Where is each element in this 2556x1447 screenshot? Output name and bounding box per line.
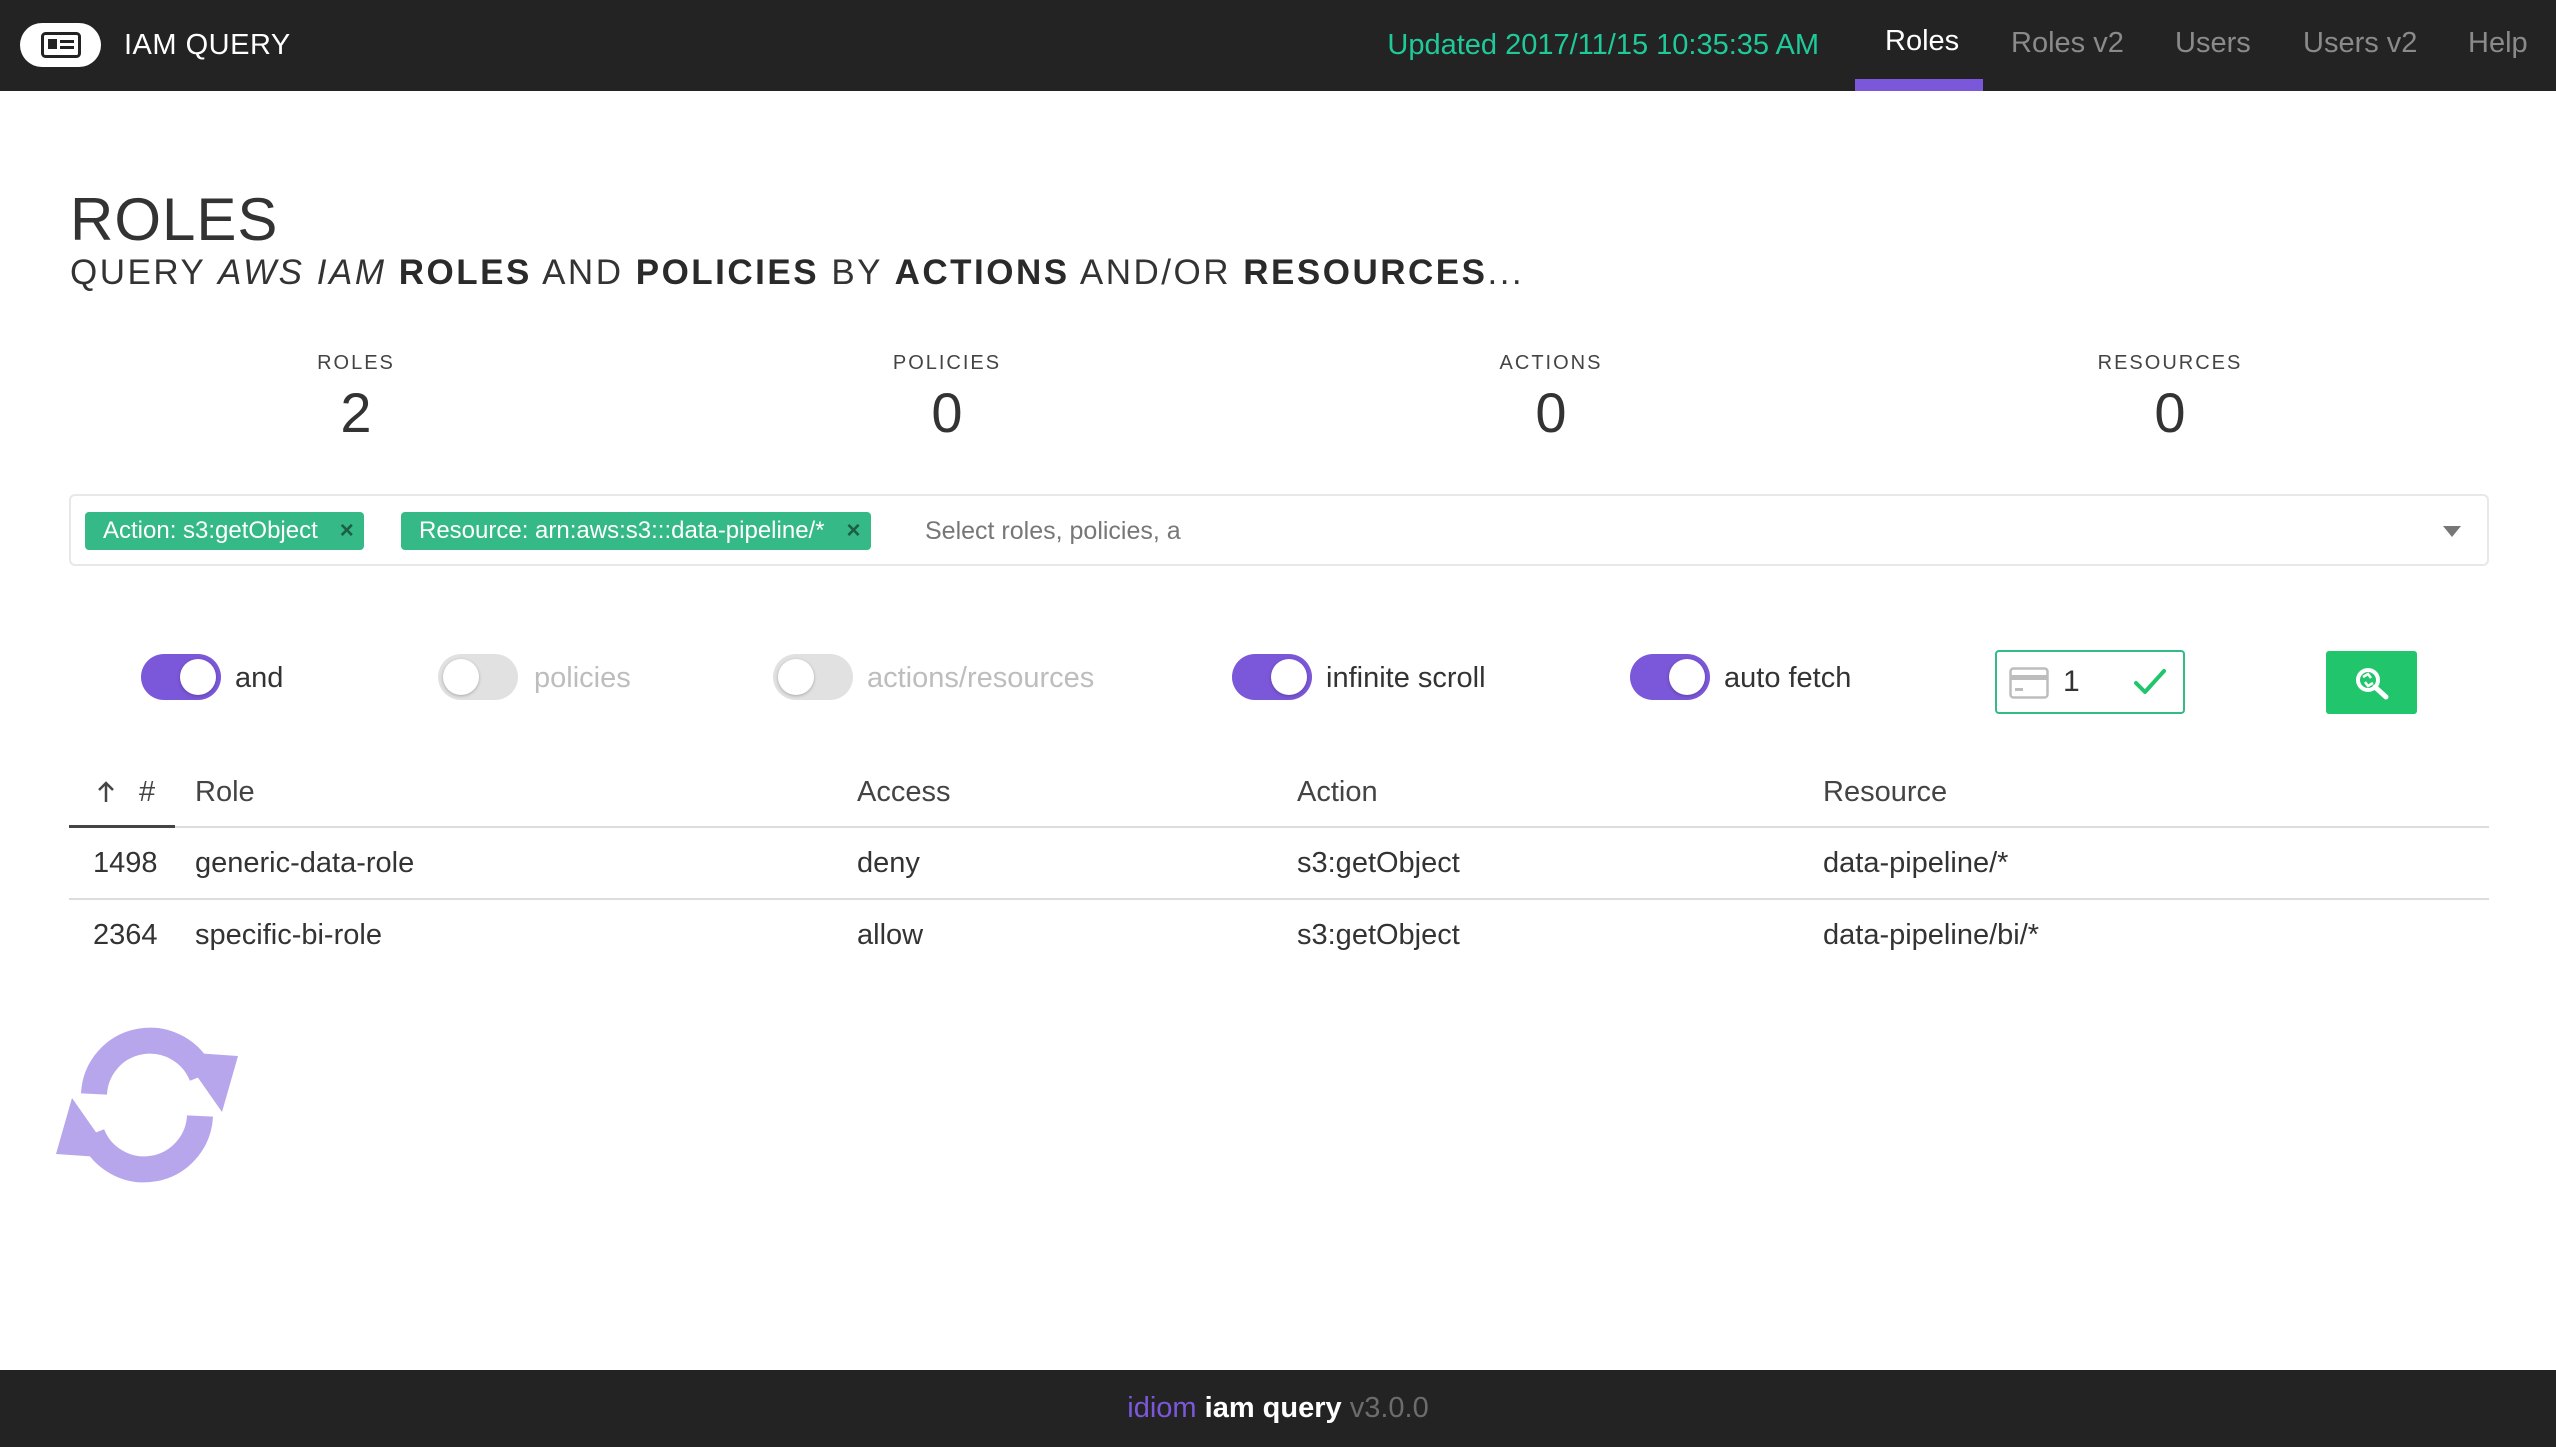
toggle-infinite-scroll[interactable] <box>1232 654 1312 700</box>
subtitle-text <box>386 253 398 292</box>
cell-number: 1498 <box>93 847 158 879</box>
top-bar: IAM QUERY Updated 2017/11/15 10:35:35 AM… <box>0 0 2556 91</box>
updated-timestamp: Updated 2017/11/15 10:35:35 AM <box>1387 29 1819 61</box>
nav-tab-roles[interactable]: Roles <box>1855 0 1983 91</box>
toggle-knob <box>1271 659 1307 695</box>
toggle-label: auto fetch <box>1724 662 1852 694</box>
logo-button[interactable] <box>20 23 101 67</box>
toggle-auto-fetch[interactable] <box>1630 654 1710 700</box>
chip-label: Resource: arn:aws:s3:::data-pipeline/* <box>419 517 825 544</box>
subtitle-text: ROLES <box>398 253 532 292</box>
column-header-action[interactable]: Action <box>1297 774 1378 810</box>
footer-brand[interactable]: idiom <box>1127 1392 1196 1424</box>
cell-role: specific-bi-role <box>195 919 382 951</box>
filter-search-input[interactable] <box>925 508 1625 554</box>
toggle-label: policies <box>534 662 631 694</box>
filter-chip-action: Action: s3:getObject × <box>85 512 364 550</box>
toggle-label: infinite scroll <box>1326 662 1486 694</box>
subtitle-text: RESOURCES <box>1243 253 1488 292</box>
stat-resources: RESOURCES 0 <box>2020 350 2320 448</box>
page-number-field <box>1995 650 2185 714</box>
stat-value: 0 <box>2154 381 2186 444</box>
toggle-policies[interactable] <box>438 654 518 700</box>
column-header-access[interactable]: Access <box>857 774 950 810</box>
nav-tab-label: Roles <box>1885 25 1960 57</box>
page-subtitle: QUERY AWS IAM ROLES AND POLICIES BY ACTI… <box>70 250 1524 296</box>
stat-actions: ACTIONS 0 <box>1401 350 1701 448</box>
stat-label: POLICIES <box>892 352 1002 374</box>
toggle-actions-resources[interactable] <box>773 654 853 700</box>
toggle-knob <box>778 659 814 695</box>
cell-number: 2364 <box>93 919 158 951</box>
cell-access: allow <box>857 919 924 951</box>
stat-value: 2 <box>340 381 372 444</box>
chip-remove-icon[interactable]: × <box>340 512 354 550</box>
subtitle-text: BY <box>819 253 895 292</box>
cell-resource: data-pipeline/bi/* <box>1823 919 2040 951</box>
search-refresh-button[interactable] <box>2326 651 2417 714</box>
subtitle-text: QUERY <box>70 253 218 292</box>
stat-roles: ROLES 2 <box>206 350 506 448</box>
stat-value: 0 <box>931 381 963 444</box>
active-tab-indicator <box>1855 79 1983 91</box>
page-title: ROLES <box>70 186 279 253</box>
id-card-icon <box>41 32 81 58</box>
stat-label: ROLES <box>317 352 395 374</box>
filter-multiselect[interactable]: Action: s3:getObject × Resource: arn:aws… <box>69 494 2489 566</box>
column-header-role[interactable]: Role <box>195 774 255 810</box>
cell-access: deny <box>857 847 920 879</box>
column-header-number[interactable]: # <box>139 774 155 810</box>
toggle-knob <box>1669 659 1705 695</box>
nav-tab-label: Roles v2 <box>2011 27 2124 59</box>
stat-policies: POLICIES 0 <box>797 350 1097 448</box>
app-title: IAM QUERY <box>124 29 291 61</box>
cell-role: generic-data-role <box>195 847 415 879</box>
arrow-up-icon[interactable] <box>97 780 115 804</box>
stat-value: 0 <box>1535 381 1567 444</box>
credit-card-icon <box>2009 667 2049 699</box>
column-header-resource[interactable]: Resource <box>1823 774 1947 810</box>
subtitle-text: ACTIONS <box>894 253 1070 292</box>
toggle-knob <box>180 659 216 695</box>
subtitle-text: AWS IAM <box>217 253 387 292</box>
stat-label: RESOURCES <box>2097 352 2243 374</box>
footer-version: v3.0.0 <box>1349 1392 1429 1424</box>
toggle-knob <box>443 659 479 695</box>
table-header: # Role Access Action Resource <box>69 760 2489 828</box>
table-row[interactable]: 2364 specific-bi-role allow s3:getObject… <box>69 900 2489 972</box>
cell-action: s3:getObject <box>1297 919 1460 951</box>
footer: idiom iam query v3.0.0 <box>0 1370 2556 1447</box>
subtitle-text: AND/OR <box>1069 253 1244 292</box>
subtitle-text: ... <box>1487 253 1525 292</box>
toggle-and[interactable] <box>141 654 221 700</box>
cell-resource: data-pipeline/* <box>1823 847 2009 879</box>
table-row[interactable]: 1498 generic-data-role deny s3:getObject… <box>69 828 2489 900</box>
chevron-down-icon[interactable] <box>2443 526 2461 537</box>
stat-label: ACTIONS <box>1499 352 1603 374</box>
nav-tab-label: Users v2 <box>2303 27 2418 59</box>
refresh-spinner-icon <box>56 1027 238 1183</box>
page-number-input[interactable] <box>2063 662 2133 702</box>
toggle-label: actions/resources <box>867 662 1095 694</box>
footer-product: iam query <box>1204 1392 1342 1424</box>
toggle-label: and <box>235 662 284 694</box>
search-refresh-icon <box>2356 668 2389 700</box>
chip-remove-icon[interactable]: × <box>847 512 861 550</box>
checkmark-icon[interactable] <box>2133 667 2167 697</box>
subtitle-text: POLICIES <box>635 253 820 292</box>
subtitle-text: AND <box>531 253 636 292</box>
nav-tab-label: Help <box>2468 27 2528 59</box>
filter-chip-resource: Resource: arn:aws:s3:::data-pipeline/* × <box>401 512 871 550</box>
cell-action: s3:getObject <box>1297 847 1460 879</box>
nav-tab-label: Users <box>2175 27 2251 59</box>
chip-label: Action: s3:getObject <box>103 517 318 544</box>
